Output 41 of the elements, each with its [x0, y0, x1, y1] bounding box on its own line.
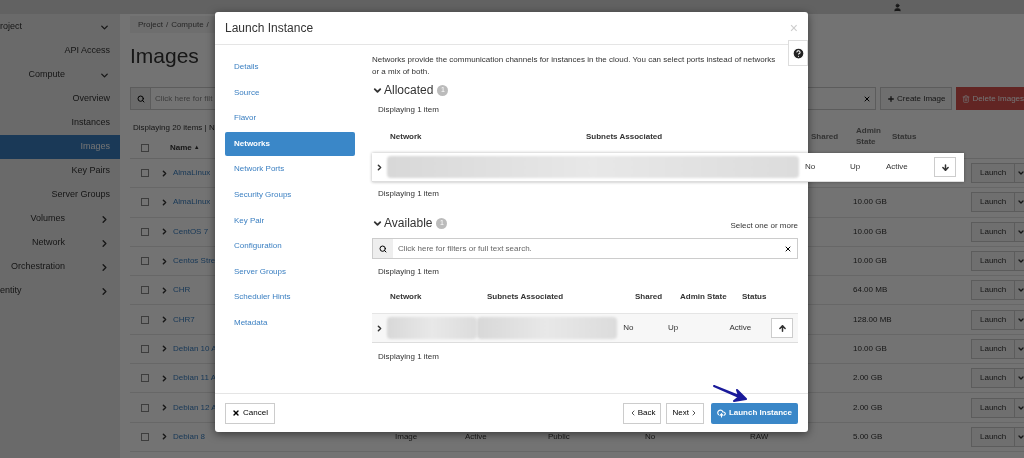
table-cell: Active [729, 323, 752, 332]
column-header: Subnets Associated [487, 292, 564, 301]
description-text: Networks provide the communication channels for instances in the cloud. You can select ports instead of networks or a mix of both. [372, 54, 777, 78]
table-cell: 5.00 GB [853, 431, 883, 441]
table-cell: 2.00 GB [853, 373, 883, 383]
table-cell: Up [667, 323, 679, 332]
breadcrumb-separator: / [165, 18, 169, 31]
item-count: Displaying 1 item [378, 351, 440, 363]
item-count: Displaying 1 item [378, 188, 440, 200]
column-header: Status [742, 292, 767, 301]
table-cell: 10.00 GB [853, 226, 887, 236]
column-header: Network [390, 292, 422, 301]
hint-text: Select one or more [730, 220, 798, 232]
table-cell: 2.00 GB [853, 402, 883, 412]
table-cell: No [805, 162, 816, 171]
breadcrumb-separator: / [206, 18, 209, 31]
item-count: Displaying 1 item [378, 266, 440, 278]
column-header: Network [390, 131, 422, 141]
item-count: Displaying 1 item [378, 104, 440, 116]
column-header: Admin State [856, 126, 881, 146]
table-cell: No [645, 431, 656, 441]
table-cell: No [623, 323, 634, 332]
item-count: Displaying 20 items | N [133, 122, 215, 134]
table-cell: 128.00 MB [853, 314, 892, 324]
table-cell: Active [465, 431, 487, 441]
column-header: Shared [635, 292, 663, 301]
column-header: Shared [811, 131, 839, 141]
page-title: Images [130, 43, 199, 69]
table-cell: 64.00 MB [853, 285, 888, 295]
table-cell: 10.00 GB [853, 256, 887, 266]
table-cell: Active [886, 162, 908, 171]
column-header: Status [892, 131, 917, 141]
table-cell: Up [850, 162, 861, 171]
table-cell: Public [548, 431, 570, 441]
column-header: Subnets Associated [586, 131, 663, 141]
table-cell: RAW [750, 431, 769, 441]
dialog-title: Launch Instance [225, 20, 314, 37]
column-header: Admin State [680, 292, 727, 301]
table-cell: Image [395, 431, 418, 441]
table-cell: 10.00 GB [853, 197, 887, 207]
table-cell: 10.00 GB [853, 343, 887, 353]
